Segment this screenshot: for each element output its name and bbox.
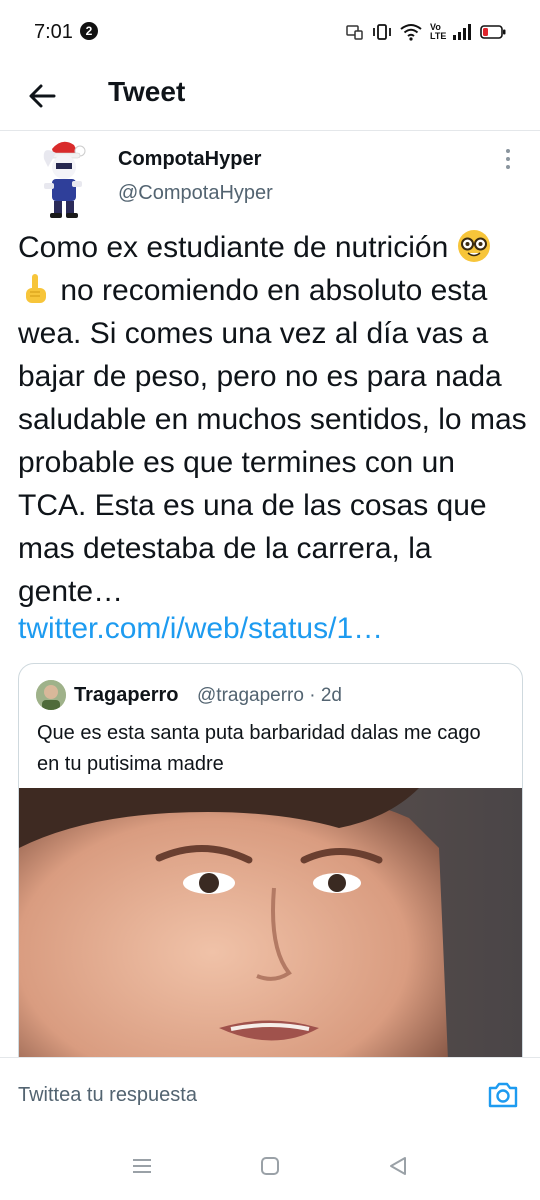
arrow-left-icon[interactable] — [24, 76, 64, 116]
quoted-author-name: Tragaperro — [74, 684, 179, 706]
home-square-icon[interactable] — [258, 1154, 282, 1178]
more-options-button[interactable] — [502, 149, 514, 173]
status-time: 7:01 — [34, 21, 73, 43]
quoted-time: 2d — [320, 685, 342, 706]
vertical-ellipsis-icon[interactable] — [506, 149, 510, 153]
screen-cast-icon — [346, 25, 363, 40]
index-pointing-up-emoji — [26, 274, 46, 303]
system-nav-bar — [0, 1130, 540, 1200]
status-icons: Vo LTE — [346, 20, 506, 44]
menu-button[interactable] — [130, 1154, 154, 1178]
avatar[interactable] — [34, 137, 92, 219]
tweet-text: Como ex estudiante de nutrición no recom… — [18, 226, 528, 613]
volte-label: Vo LTE — [430, 22, 447, 41]
quoted-text: Que es esta santa puta barbaridad dalas … — [37, 722, 481, 775]
camera-icon[interactable] — [486, 1078, 520, 1112]
nerd-face-emoji — [457, 230, 490, 262]
tweet-header: Tweet — [0, 64, 540, 131]
tweet-author: CompotaHyper @CompotaHyper — [0, 131, 540, 221]
page-title: Tweet — [108, 76, 186, 107]
quoted-avatar[interactable] — [36, 680, 66, 710]
back-button[interactable] — [24, 76, 64, 116]
battery-low-icon — [480, 25, 506, 39]
quoted-author-handle: @tragaperro — [197, 685, 304, 706]
tweet-link[interactable]: twitter.com/i/web/status/1… — [18, 612, 383, 646]
quoted-media-image[interactable] — [19, 788, 522, 1084]
notification-badge: 2 — [80, 22, 98, 40]
author-handle[interactable]: @CompotaHyper — [118, 182, 273, 205]
signal-icon — [453, 24, 471, 40]
menu-icon[interactable] — [130, 1154, 154, 1178]
back-triangle-icon[interactable] — [386, 1154, 410, 1178]
tweet-text-part2: no recomiendo en absoluto esta wea. Si c… — [18, 274, 527, 608]
quoted-tweet-card[interactable]: Tragaperro @tragaperro · 2d Que es esta … — [18, 663, 523, 1085]
reply-bar: Twittea tu respuesta — [0, 1057, 540, 1130]
wifi-icon — [400, 24, 422, 41]
author-name[interactable]: CompotaHyper — [118, 148, 261, 171]
tweet-text-part1: Como ex estudiante de nutrición — [18, 231, 457, 264]
vibrate-icon — [373, 24, 391, 40]
reply-input[interactable]: Twittea tu respuesta — [18, 1084, 197, 1107]
system-back-button[interactable] — [386, 1154, 410, 1178]
camera-button[interactable] — [486, 1078, 520, 1112]
quoted-meta: @tragaperro · 2d — [197, 685, 342, 707]
status-bar: 7:01 2 Vo LTE — [0, 0, 540, 64]
home-button[interactable] — [258, 1154, 282, 1178]
quoted-separator: · — [309, 685, 316, 706]
